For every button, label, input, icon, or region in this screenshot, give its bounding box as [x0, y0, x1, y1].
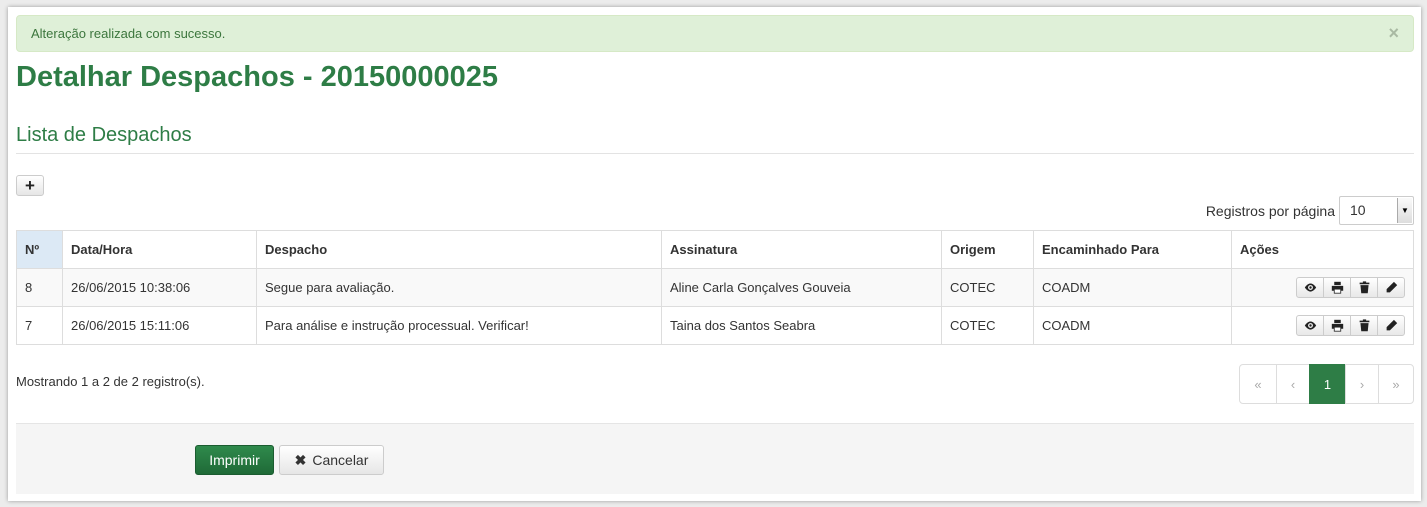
cell-assinatura: Aline Carla Gonçalves Gouveia — [661, 268, 942, 307]
delete-button[interactable] — [1350, 277, 1378, 298]
cancel-label: Cancelar — [312, 452, 369, 468]
cell-num: 7 — [16, 306, 63, 345]
table-row: 7 26/06/2015 15:11:06 Para análise e ins… — [16, 306, 1414, 345]
edit-button[interactable] — [1377, 277, 1405, 298]
print-form-button[interactable]: Imprimir — [195, 445, 274, 475]
column-header-acoes: Ações — [1231, 230, 1414, 269]
row-actions — [1240, 277, 1405, 298]
records-summary: Mostrando 1 a 2 de 2 registro(s). — [16, 374, 205, 389]
per-page-value: 10 — [1350, 202, 1366, 218]
cell-num: 8 — [16, 268, 63, 307]
eye-icon — [1304, 283, 1316, 292]
page-title: Detalhar Despachos - 20150000025 — [16, 61, 499, 93]
column-header-datetime[interactable]: Data/Hora — [62, 230, 257, 269]
per-page-select[interactable]: 10 ▼ — [1339, 196, 1414, 225]
alert-message: Alteração realizada com sucesso. — [31, 26, 226, 41]
chevron-down-icon: ▼ — [1397, 198, 1412, 223]
close-icon[interactable]: × — [1388, 16, 1399, 51]
page-frame: Alteração realizada com sucesso. × Detal… — [8, 7, 1421, 501]
column-header-num[interactable]: Nº — [16, 230, 63, 269]
page-last-button[interactable]: » — [1378, 364, 1414, 404]
cell-datetime: 26/06/2015 10:38:06 — [62, 268, 257, 307]
cell-despacho: Para análise e instrução processual. Ver… — [256, 306, 662, 345]
pencil-icon — [1386, 281, 1397, 293]
print-icon — [1331, 319, 1343, 332]
print-icon — [1331, 281, 1343, 294]
edit-button[interactable] — [1377, 315, 1405, 336]
page-first-button[interactable]: « — [1239, 364, 1277, 404]
column-header-despacho[interactable]: Despacho — [256, 230, 662, 269]
cancel-button[interactable]: ✖ Cancelar — [279, 445, 384, 475]
section-title: Lista de Despachos — [16, 124, 192, 146]
delete-button[interactable] — [1350, 315, 1378, 336]
page-prev-button[interactable]: ‹ — [1276, 364, 1310, 404]
table-header-row: Nº Data/Hora Despacho Assinatura Origem … — [16, 230, 1414, 269]
column-header-assinatura[interactable]: Assinatura — [661, 230, 942, 269]
view-button[interactable] — [1296, 315, 1324, 336]
close-icon: ✖ — [294, 451, 307, 468]
cell-encaminhado: COADM — [1033, 306, 1232, 345]
cell-datetime: 26/06/2015 15:11:06 — [62, 306, 257, 345]
divider — [16, 153, 1414, 154]
despachos-table: Nº Data/Hora Despacho Assinatura Origem … — [16, 230, 1414, 345]
column-header-origem[interactable]: Origem — [941, 230, 1034, 269]
cell-actions — [1231, 268, 1414, 307]
column-header-encaminhado[interactable]: Encaminhado Para — [1033, 230, 1232, 269]
cell-actions — [1231, 306, 1414, 345]
eye-icon — [1304, 321, 1316, 330]
cell-origem: COTEC — [941, 306, 1034, 345]
view-button[interactable] — [1296, 277, 1324, 298]
page-current-button[interactable]: 1 — [1309, 364, 1346, 404]
cell-assinatura: Taina dos Santos Seabra — [661, 306, 942, 345]
plus-icon: + — [25, 175, 35, 195]
table-row: 8 26/06/2015 10:38:06 Segue para avaliaç… — [16, 268, 1414, 307]
page-next-button[interactable]: › — [1345, 364, 1379, 404]
print-button[interactable] — [1323, 315, 1351, 336]
row-actions — [1240, 315, 1405, 336]
cell-despacho: Segue para avaliação. — [256, 268, 662, 307]
trash-icon — [1359, 319, 1369, 332]
cell-encaminhado: COADM — [1033, 268, 1232, 307]
per-page-control: Registros por página 10 ▼ — [1206, 196, 1414, 225]
pagination: « ‹ 1 › » — [1239, 364, 1414, 404]
print-button[interactable] — [1323, 277, 1351, 298]
form-actions-bar: Imprimir ✖ Cancelar — [16, 423, 1414, 494]
cell-origem: COTEC — [941, 268, 1034, 307]
trash-icon — [1359, 281, 1369, 294]
success-alert: Alteração realizada com sucesso. × — [16, 15, 1414, 52]
per-page-label: Registros por página — [1205, 202, 1335, 219]
add-button[interactable]: + — [16, 175, 44, 196]
pencil-icon — [1386, 319, 1397, 331]
